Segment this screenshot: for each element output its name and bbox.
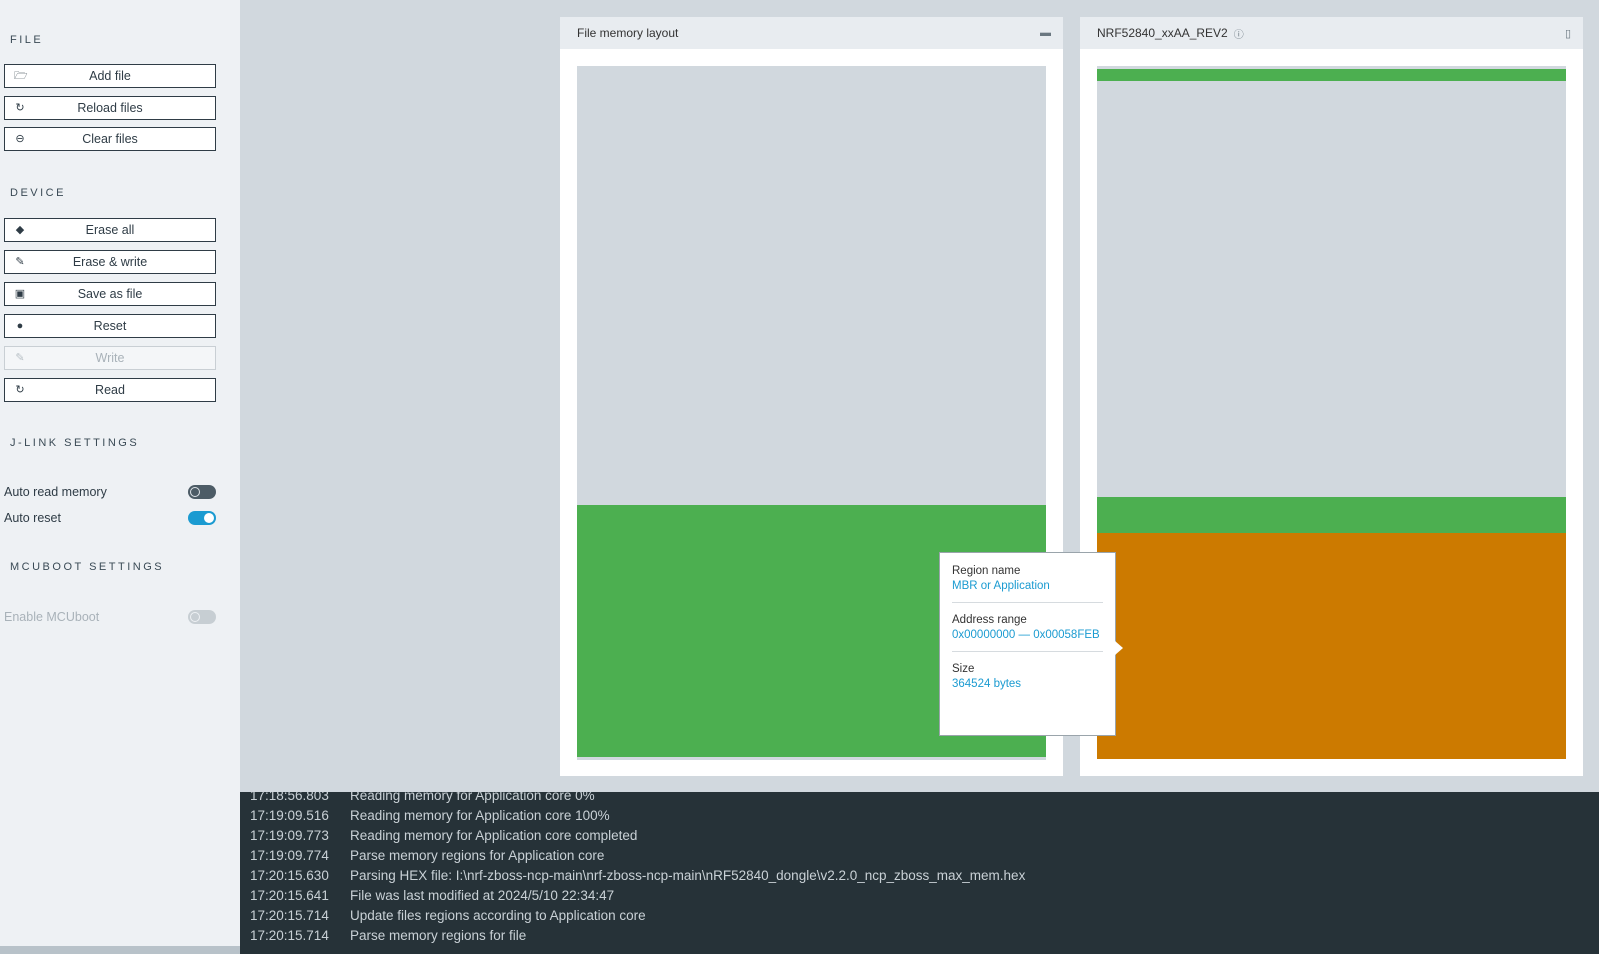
write-button[interactable]: ✎ Write [4, 346, 216, 370]
jlink-section-title: J-LINK SETTINGS [10, 437, 140, 449]
info-icon[interactable]: ⓘ [1234, 26, 1244, 41]
log-timestamp: 17:20:15.714 [250, 928, 329, 943]
pencil-icon: ✎ [15, 352, 25, 364]
log-line: 17:19:09.774 Parse memory regions for App… [250, 846, 1599, 866]
erase-all-button[interactable]: ◆ Erase all [4, 218, 216, 242]
device-panel-header: NRF52840_xxAA_REV2 ⓘ ▯ [1080, 17, 1583, 49]
write-label: Write [95, 351, 125, 365]
log-timestamp: 17:20:15.641 [250, 888, 329, 903]
enable-mcuboot-label: Enable MCUboot [4, 610, 100, 624]
reset-label: Reset [93, 319, 127, 333]
log-line: 17:20:15.641 File was last modified at 20… [250, 886, 1599, 906]
refresh-icon: ↻ [15, 102, 25, 114]
auto-reset-row: Auto reset [4, 508, 216, 528]
file-panel-header: File memory layout ▬ [560, 17, 1063, 49]
auto-reset-label: Auto reset [4, 511, 61, 525]
auto-read-memory-toggle[interactable] [188, 485, 216, 499]
log-line: 17:19:09.516 Reading memory for Applicati… [250, 806, 1599, 826]
log-panel[interactable]: 17:18:56.803 Reading memory for Applicati… [240, 792, 1599, 946]
read-button[interactable]: ↻ Read [4, 378, 216, 402]
log-timestamp: 17:18:56.803 [250, 792, 329, 803]
mcuboot-section-title: MCUBOOT SETTINGS [10, 561, 165, 573]
folder-icon[interactable]: ▬ [1040, 27, 1051, 39]
log-message: File was last modified at 2024/5/10 22:3… [350, 888, 615, 903]
folder-open-icon: 🗁 [14, 70, 28, 82]
minus-circle-icon: ⊖ [15, 133, 25, 145]
auto-read-memory-row: Auto read memory [4, 482, 216, 502]
log-timestamp: 17:19:09.516 [250, 808, 329, 823]
size-label: Size [952, 663, 975, 675]
log-message: Reading memory for Application core 100% [350, 808, 610, 823]
clear-files-label: Clear files [82, 132, 138, 146]
log-line: 17:20:15.630 Parsing HEX file: I:\nrf-zbo… [250, 866, 1599, 886]
address-range-label: Address range [952, 614, 1027, 626]
toggle-knob [190, 612, 200, 622]
log-message: Parsing HEX file: I:\nrf-zboss-ncp-main\… [350, 868, 1026, 883]
log-message: Reading memory for Application core comp… [350, 828, 638, 843]
device-section-title: DEVICE [10, 187, 66, 199]
toggle-knob [190, 487, 200, 497]
log-message: Reading memory for Application core 0% [350, 792, 595, 803]
reload-files-button[interactable]: ↻ Reload files [4, 96, 216, 120]
region-name-label: Region name [952, 565, 1021, 577]
eraser-icon: ◆ [15, 224, 25, 236]
device-panel-title: NRF52840_xxAA_REV2 [1097, 26, 1228, 40]
pencil-icon: ✎ [15, 256, 25, 268]
erase-and-write-button[interactable]: ✎ Erase & write [4, 250, 216, 274]
read-label: Read [95, 383, 125, 397]
bootloader-region[interactable] [1097, 533, 1566, 759]
erase-all-label: Erase all [85, 223, 135, 237]
device-memory-map [1097, 66, 1566, 759]
log-timestamp: 17:20:15.630 [250, 868, 329, 883]
enable-mcuboot-row: Enable MCUboot [4, 607, 216, 627]
log-timestamp: 17:19:09.774 [250, 848, 329, 863]
toggle-knob [204, 513, 214, 523]
device-memory-panel: NRF52840_xxAA_REV2 ⓘ ▯ [1080, 17, 1583, 776]
auto-reset-toggle[interactable] [188, 511, 216, 525]
enable-mcuboot-toggle[interactable] [188, 610, 216, 624]
reset-button[interactable]: ● Reset [4, 314, 216, 338]
divider [952, 602, 1103, 603]
chip-icon[interactable]: ▯ [1565, 27, 1571, 40]
save-as-file-label: Save as file [77, 287, 143, 301]
save-as-file-button[interactable]: ▣ Save as file [4, 282, 216, 306]
floppy-icon: ▣ [14, 288, 26, 300]
log-timestamp: 17:19:09.773 [250, 828, 329, 843]
address-range-value: 0x00000000 — 0x00058FEB [952, 629, 1100, 641]
log-line: 17:18:56.803 Reading memory for Applicati… [250, 792, 1599, 806]
auto-read-memory-label: Auto read memory [4, 485, 107, 499]
empty-region[interactable] [1097, 81, 1566, 497]
bottom-bar [0, 946, 1599, 954]
log-line: 17:20:15.714 Parse memory regions for fil… [250, 926, 1599, 946]
file-panel-title: File memory layout [577, 26, 679, 40]
reload-files-label: Reload files [77, 101, 143, 115]
sidebar: FILE 🗁 Add file ↻ Reload files ⊖ Clear f… [0, 0, 240, 954]
refresh-icon: ↻ [15, 384, 25, 396]
tooltip-arrow [1115, 641, 1123, 655]
clear-files-button[interactable]: ⊖ Clear files [4, 127, 216, 151]
log-line: 17:19:09.773 Reading memory for Applicati… [250, 826, 1599, 846]
log-message: Update files regions according to Applic… [350, 908, 646, 923]
application-region[interactable] [1097, 497, 1566, 533]
log-timestamp: 17:20:15.714 [250, 908, 329, 923]
region-tooltip: Region name MBR or Application Address r… [939, 552, 1123, 736]
log-footer [240, 946, 1599, 954]
region-name-value: MBR or Application [952, 580, 1050, 592]
log-message: Parse memory regions for file [350, 928, 527, 943]
add-file-button[interactable]: 🗁 Add file [4, 64, 216, 88]
add-file-label: Add file [89, 69, 131, 83]
file-section-title: FILE [10, 34, 44, 46]
erase-and-write-label: Erase & write [72, 255, 148, 269]
dot-icon: ● [16, 320, 24, 332]
log-message: Parse memory regions for Application cor… [350, 848, 605, 863]
mbr-region[interactable] [1097, 69, 1566, 81]
size-value: 364524 bytes [952, 678, 1022, 690]
log-line: 17:20:15.714 Update files regions accordi… [250, 906, 1599, 926]
empty-region[interactable] [577, 66, 1046, 505]
divider [952, 651, 1103, 652]
empty-region[interactable] [577, 757, 1046, 760]
